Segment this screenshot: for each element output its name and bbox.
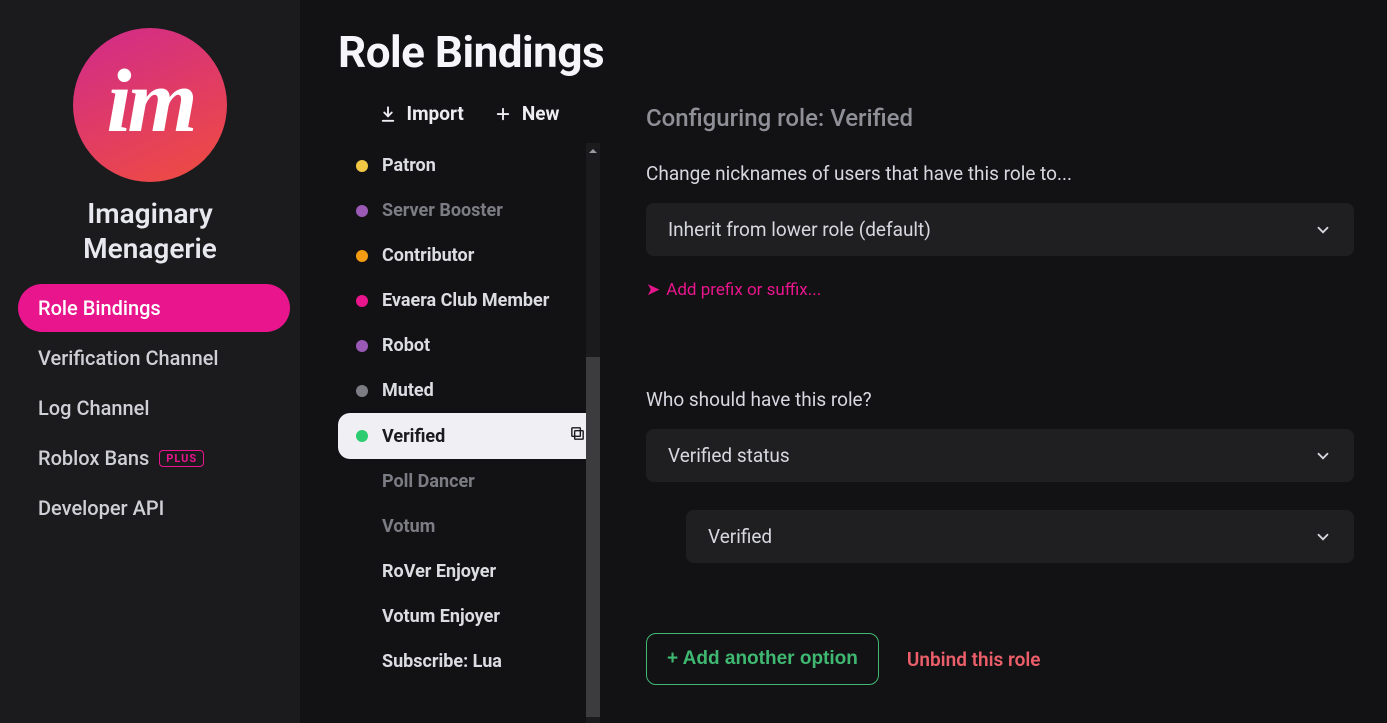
role-color-dot [356,566,368,578]
who-label: Who should have this role? [646,388,1357,411]
role-color-dot [356,385,368,397]
role-color-dot [356,340,368,352]
sidebar-item-label: Log Channel [38,396,149,420]
role-row-poll-dancer[interactable]: Poll Dancer [338,459,600,504]
new-button[interactable]: New [494,102,560,125]
server-header: im Imaginary Menagerie [0,28,300,266]
sidebar-item-verification-channel[interactable]: Verification Channel [18,334,290,382]
server-avatar-text: im [106,50,193,153]
role-row-votum[interactable]: Votum [338,504,600,549]
nickname-select-value: Inherit from lower role (default) [668,218,931,241]
role-row-robot[interactable]: Robot [338,323,600,368]
sidebar-item-role-bindings[interactable]: Role Bindings [18,284,290,332]
add-option-button[interactable]: + Add another option [646,633,879,685]
who-select-value: Verified status [668,444,790,467]
page-title: Role Bindings [338,26,1357,78]
role-color-dot [356,611,368,623]
main: Role Bindings Import New Patron [300,0,1387,723]
unbind-button[interactable]: Unbind this role [907,648,1041,671]
plus-icon [494,105,512,123]
config-heading: Configuring role: Verified [646,104,1357,132]
role-label: Server Booster [382,200,503,221]
add-prefix-button[interactable]: ➤ Add prefix or suffix... [646,280,1357,300]
role-row-server-booster[interactable]: Server Booster [338,188,600,233]
role-color-dot [356,430,368,442]
who-sub-select-value: Verified [708,525,772,548]
role-list-column: Import New Patron Server Booster [338,102,600,723]
role-label: Votum Enjoyer [382,606,500,627]
role-label: Verified [382,426,445,447]
role-label: Subscribe: Lua [382,651,502,672]
copy-icon[interactable] [569,425,586,447]
server-name-line1: Imaginary [83,196,217,231]
role-color-dot [356,205,368,217]
role-row-verified[interactable]: Verified [338,413,600,459]
role-color-dot [356,295,368,307]
plus-badge: PLUS [159,450,204,467]
chevron-down-icon [1314,447,1332,465]
role-row-rover-enjoyer[interactable]: RoVer Enjoyer [338,549,600,594]
role-row-patron[interactable]: Patron [338,143,600,188]
role-label: Poll Dancer [382,471,475,492]
sidebar-item-developer-api[interactable]: Developer API [18,484,290,532]
config-column: Configuring role: Verified Change nickna… [646,102,1357,723]
sidebar-item-label: Role Bindings [38,296,161,320]
role-label: Patron [382,155,436,176]
new-label: New [522,102,560,125]
role-color-dot [356,656,368,668]
button-row: + Add another option Unbind this role [646,633,1357,685]
import-button[interactable]: Import [379,102,464,125]
role-row-contributor[interactable]: Contributor [338,233,600,278]
scroll-track[interactable] [586,157,600,723]
role-list-actions: Import New [338,102,600,143]
scroll-thumb[interactable] [586,357,600,717]
who-select[interactable]: Verified status [646,429,1354,482]
role-row-votum-enjoyer[interactable]: Votum Enjoyer [338,594,600,639]
role-label: Votum [382,516,435,537]
role-color-dot [356,250,368,262]
sidebar: im Imaginary Menagerie Role Bindings Ver… [0,0,300,723]
role-label: Muted [382,380,434,401]
nickname-select[interactable]: Inherit from lower role (default) [646,203,1354,256]
role-label: Robot [382,335,430,356]
role-row-subscribe-lua[interactable]: Subscribe: Lua [338,639,600,684]
sidebar-item-log-channel[interactable]: Log Channel [18,384,290,432]
nickname-label: Change nicknames of users that have this… [646,162,1357,185]
pointer-icon: ➤ [646,280,660,300]
role-color-dot [356,521,368,533]
chevron-down-icon [1314,221,1332,239]
role-row-evaera-club[interactable]: Evaera Club Member [338,278,600,323]
role-list-wrap: Patron Server Booster Contributor Evaera… [338,143,600,723]
scrollbar[interactable] [586,143,600,723]
sidebar-item-label: Verification Channel [38,346,219,370]
who-sub-select[interactable]: Verified [686,510,1354,563]
import-icon [379,105,397,123]
role-row-muted[interactable]: Muted [338,368,600,413]
chevron-down-icon [1314,528,1332,546]
role-list[interactable]: Patron Server Booster Contributor Evaera… [338,143,600,723]
sidebar-item-label: Roblox Bans [38,446,149,470]
sidebar-item-roblox-bans[interactable]: Roblox Bans PLUS [18,434,290,482]
server-name-line2: Menagerie [83,231,217,266]
sidebar-items: Role Bindings Verification Channel Log C… [0,284,300,532]
server-name: Imaginary Menagerie [83,196,217,266]
server-avatar: im [73,28,227,182]
add-prefix-label: Add prefix or suffix... [666,280,821,300]
import-label: Import [407,102,464,125]
role-label: RoVer Enjoyer [382,561,496,582]
role-label: Evaera Club Member [382,290,549,311]
role-label: Contributor [382,245,474,266]
role-color-dot [356,476,368,488]
sidebar-item-label: Developer API [38,496,164,520]
scroll-up-arrow-icon[interactable] [586,144,600,158]
columns: Import New Patron Server Booster [338,102,1357,723]
role-color-dot [356,160,368,172]
